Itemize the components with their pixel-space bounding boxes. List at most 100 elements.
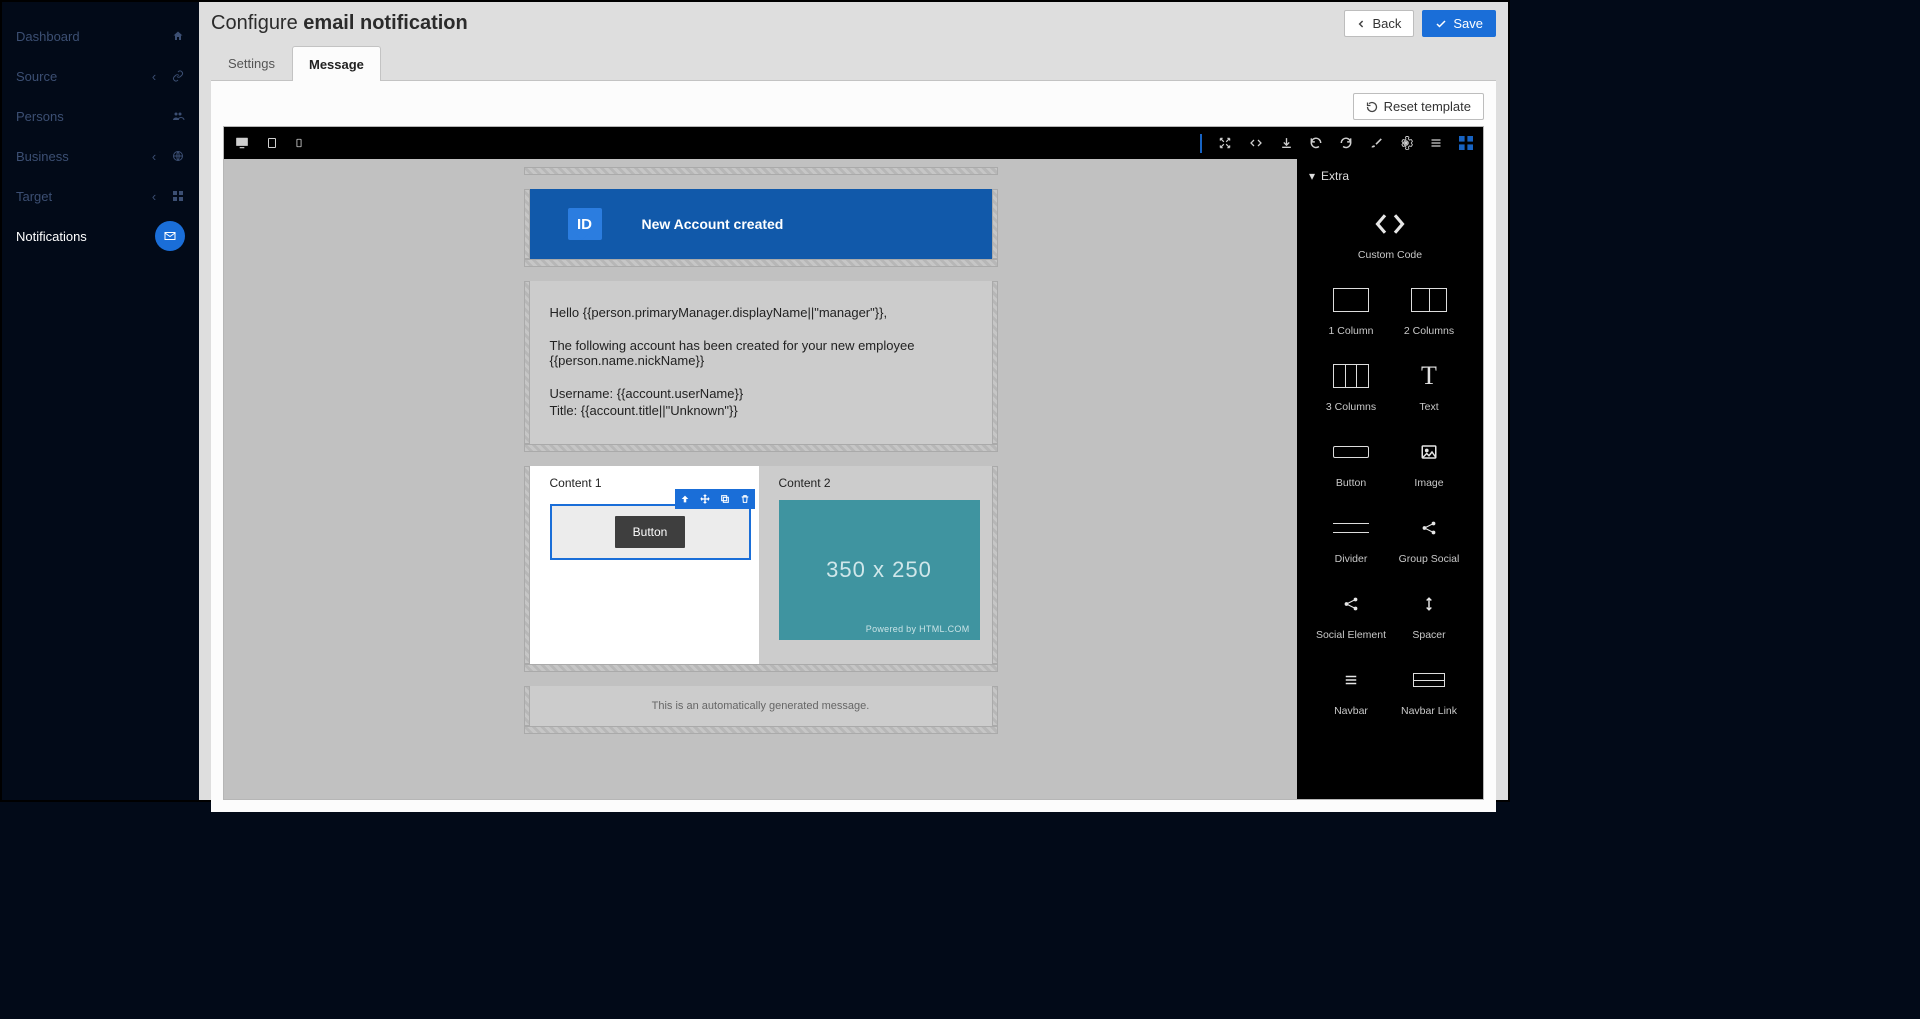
- sidebar-item-label: Dashboard: [16, 29, 80, 44]
- blocks-icon[interactable]: [1459, 136, 1473, 150]
- comp-label: Custom Code: [1358, 249, 1422, 261]
- comp-image[interactable]: Image: [1393, 437, 1465, 489]
- undo-icon[interactable]: [1309, 136, 1323, 150]
- button-element[interactable]: Button: [615, 516, 686, 548]
- brush-icon[interactable]: [1369, 136, 1383, 150]
- element-delete-icon[interactable]: [735, 489, 755, 509]
- comp-label: 3 Columns: [1326, 401, 1376, 413]
- editor-canvas[interactable]: ID New Account created Hello {{per: [224, 159, 1297, 799]
- drop-zone[interactable]: [992, 281, 998, 444]
- comp-custom-code[interactable]: Custom Code: [1315, 209, 1465, 261]
- comp-label: Button: [1336, 477, 1366, 489]
- drop-zone[interactable]: [524, 167, 998, 175]
- comp-text[interactable]: T Text: [1393, 361, 1465, 413]
- comp-label: 1 Column: [1329, 325, 1374, 337]
- menu-icon[interactable]: [1429, 137, 1443, 149]
- sidebar-item-dashboard[interactable]: Dashboard: [2, 16, 199, 56]
- components-panel: ▾ Extra Custom Code: [1297, 159, 1483, 799]
- main-area: Configure email notification Back Save: [199, 2, 1508, 800]
- element-toolbar: [675, 489, 755, 509]
- comp-divider[interactable]: Divider: [1315, 513, 1387, 565]
- element-up-icon[interactable]: [675, 489, 695, 509]
- email-header-block[interactable]: ID New Account created: [530, 189, 992, 259]
- sidebar-item-label: Business: [16, 149, 69, 164]
- comp-label: Spacer: [1412, 629, 1445, 641]
- share-icon: [1420, 513, 1438, 543]
- drop-zone[interactable]: [524, 664, 998, 672]
- drop-zone[interactable]: [524, 444, 998, 452]
- comp-label: Group Social: [1399, 553, 1460, 565]
- device-desktop-icon[interactable]: [234, 136, 250, 150]
- comp-1-column[interactable]: 1 Column: [1315, 285, 1387, 337]
- drop-zone[interactable]: [524, 259, 998, 267]
- powered-label: Powered by HTML.COM: [866, 624, 970, 634]
- button-element-selected[interactable]: Button: [550, 504, 751, 560]
- comp-label: Divider: [1335, 553, 1368, 565]
- link-icon: [171, 69, 185, 83]
- button-component-icon: [1333, 437, 1369, 467]
- cell-label: Content 1: [550, 476, 751, 490]
- comp-navbar[interactable]: Navbar: [1315, 665, 1387, 717]
- device-tablet-icon[interactable]: [266, 136, 278, 150]
- spacer-icon: [1422, 589, 1436, 619]
- image-placeholder[interactable]: 350 x 250 Powered by HTML.COM: [779, 500, 980, 640]
- code-icon[interactable]: [1248, 137, 1264, 149]
- column-1-icon: [1333, 285, 1369, 315]
- sidebar-item-persons[interactable]: Persons: [2, 96, 199, 136]
- content-cell-1[interactable]: Content 1: [530, 466, 759, 664]
- chevron-left-icon: ‹: [147, 149, 161, 163]
- chevron-left-icon: ‹: [147, 69, 161, 83]
- grid-icon: [171, 189, 185, 203]
- comp-label: Image: [1414, 477, 1443, 489]
- redo-icon[interactable]: [1339, 136, 1353, 150]
- comp-label: Navbar: [1334, 705, 1368, 717]
- element-move-icon[interactable]: [695, 489, 715, 509]
- drop-zone[interactable]: [992, 466, 998, 664]
- outline-toggle-icon[interactable]: [1200, 135, 1202, 152]
- drop-zone[interactable]: [992, 189, 998, 259]
- fullscreen-icon[interactable]: [1218, 136, 1232, 150]
- comp-button[interactable]: Button: [1315, 437, 1387, 489]
- tab-message[interactable]: Message: [292, 46, 381, 81]
- sidebar-item-label: Persons: [16, 109, 64, 124]
- comp-spacer[interactable]: Spacer: [1393, 589, 1465, 641]
- gear-icon[interactable]: [1399, 136, 1413, 150]
- sidebar-item-business[interactable]: Business ‹: [2, 136, 199, 176]
- comp-social-element[interactable]: Social Element: [1315, 589, 1387, 641]
- device-mobile-icon[interactable]: [294, 136, 304, 150]
- sidebar-item-label: Notifications: [16, 229, 87, 244]
- sidebar-item-source[interactable]: Source ‹: [2, 56, 199, 96]
- back-button[interactable]: Back: [1344, 10, 1414, 37]
- email-footer-block[interactable]: This is an automatically generated messa…: [530, 686, 992, 726]
- email-text-block[interactable]: Hello {{person.primaryManager.displayNam…: [530, 281, 992, 444]
- persons-icon: [171, 109, 185, 123]
- logo-tile: ID: [568, 208, 602, 240]
- column-3-icon: [1333, 361, 1369, 391]
- drop-zone[interactable]: [992, 686, 998, 726]
- chevron-left-icon: [1357, 18, 1366, 30]
- comp-navbar-link[interactable]: Navbar Link: [1393, 665, 1465, 717]
- comp-label: 2 Columns: [1404, 325, 1454, 337]
- sidebar-item-target[interactable]: Target ‹: [2, 176, 199, 216]
- element-copy-icon[interactable]: [715, 489, 735, 509]
- home-icon: [171, 29, 185, 43]
- sidebar: Dashboard Source ‹ Persons Business ‹: [2, 2, 199, 800]
- comp-group-social[interactable]: Group Social: [1393, 513, 1465, 565]
- comp-2-columns[interactable]: 2 Columns: [1393, 285, 1465, 337]
- reset-template-button[interactable]: Reset template: [1353, 93, 1484, 120]
- save-button[interactable]: Save: [1422, 10, 1496, 37]
- tab-settings[interactable]: Settings: [211, 45, 292, 80]
- comp-label: Navbar Link: [1401, 705, 1457, 717]
- panel-section-toggle[interactable]: ▾ Extra: [1297, 159, 1483, 193]
- column-2-icon: [1411, 285, 1447, 315]
- undo-icon: [1366, 101, 1378, 113]
- drop-zone[interactable]: [524, 726, 998, 734]
- cell-label: Content 2: [779, 476, 980, 490]
- content-cell-2[interactable]: Content 2 350 x 250 Powered by HTML.COM: [759, 466, 992, 664]
- download-icon[interactable]: [1280, 136, 1293, 150]
- caret-down-icon: ▾: [1309, 169, 1315, 183]
- chevron-left-icon: ‹: [147, 189, 161, 203]
- comp-3-columns[interactable]: 3 Columns: [1315, 361, 1387, 413]
- sidebar-item-notifications[interactable]: Notifications: [2, 216, 199, 256]
- code-angle-icon: [1363, 209, 1417, 239]
